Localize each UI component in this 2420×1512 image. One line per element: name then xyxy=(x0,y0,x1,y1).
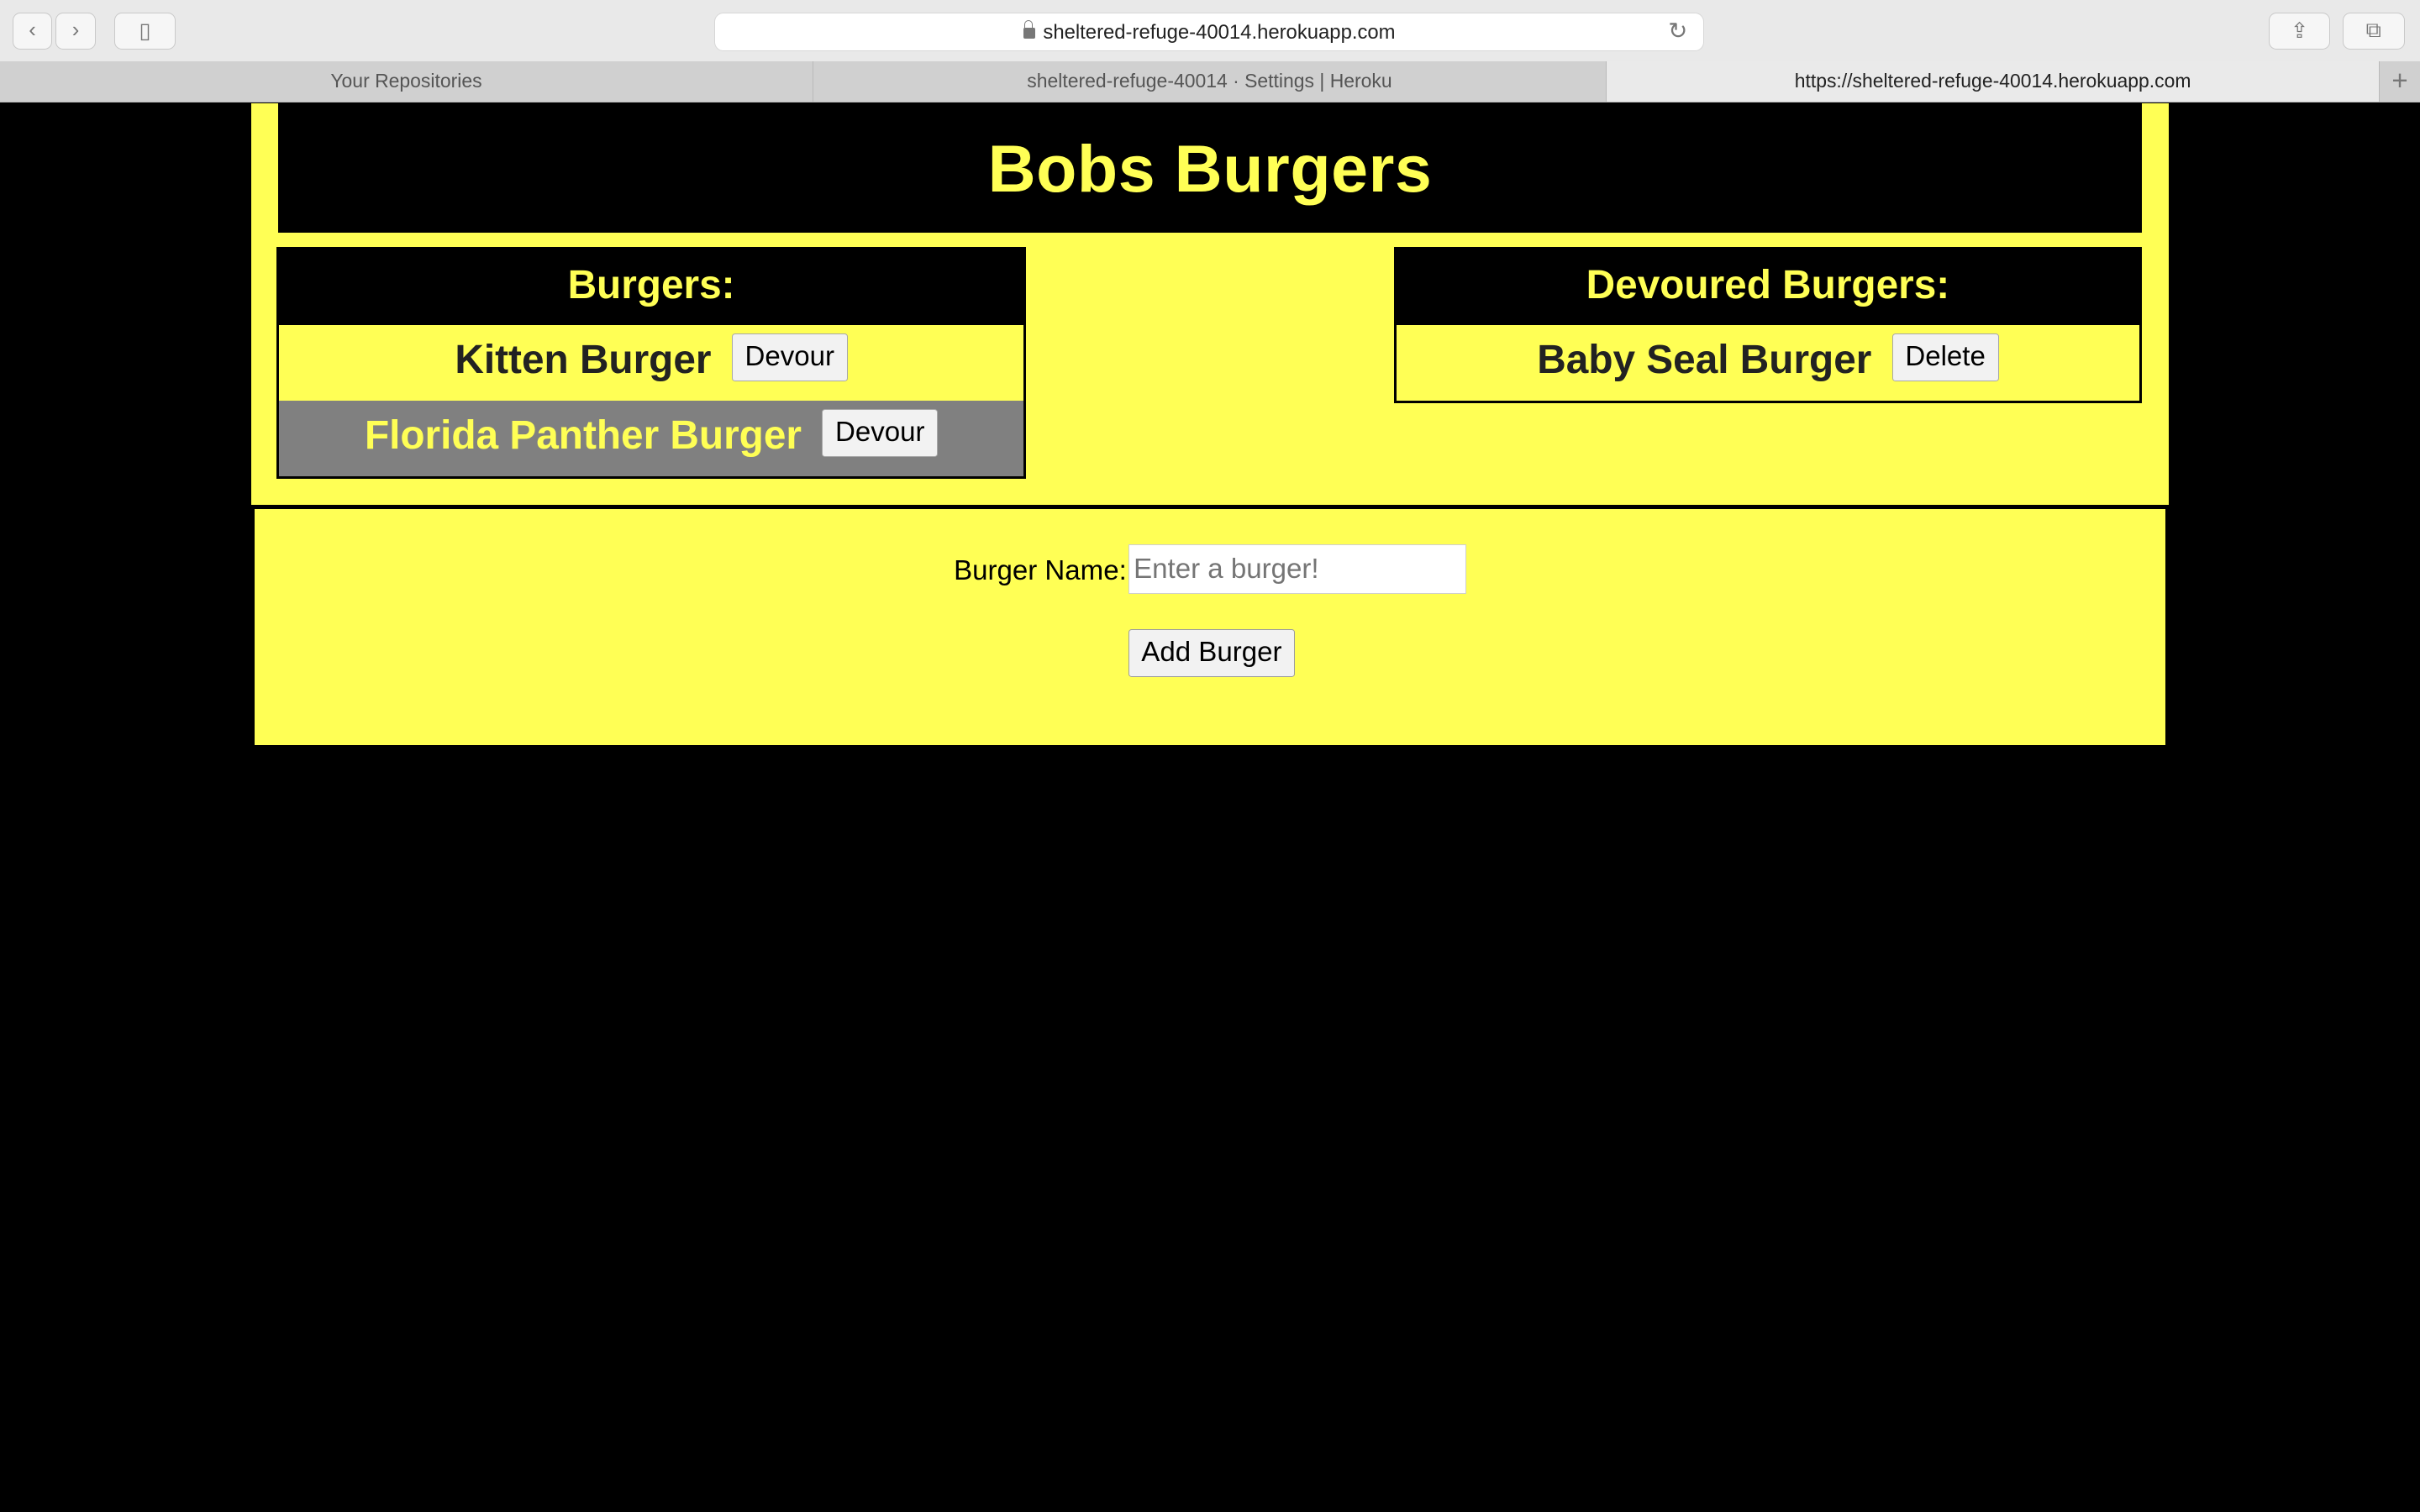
burger-list-item: Florida Panther Burger Devour xyxy=(278,400,1024,476)
page-content: Bobs Burgers Burgers: Kitten Burger Devo… xyxy=(0,103,2420,1512)
add-burger-button[interactable]: Add Burger xyxy=(1128,629,1296,678)
back-button[interactable]: ‹ xyxy=(12,12,53,50)
main-container: Bobs Burgers Burgers: Kitten Burger Devo… xyxy=(251,103,2169,505)
address-bar[interactable]: sheltered-refuge-40014.herokuapp.com ↻ xyxy=(714,12,1704,51)
chevron-left-icon: ‹ xyxy=(29,18,36,43)
devoured-heading: Devoured Burgers: xyxy=(1396,249,2140,325)
share-icon: ⇪ xyxy=(2290,18,2309,43)
new-tab-button[interactable]: + xyxy=(2380,61,2420,102)
tab-bobs-burgers[interactable]: https://sheltered-refuge-40014.herokuapp… xyxy=(1607,61,2381,102)
devour-button[interactable]: Devour xyxy=(822,409,939,458)
tabs-icon: ⧉ xyxy=(2365,18,2382,42)
devoured-panel: Devoured Burgers: Baby Seal Burger Delet… xyxy=(1393,246,2143,403)
tab-bar: Your Repositories sheltered-refuge-40014… xyxy=(0,61,2420,103)
add-burger-form: Burger Name: Add Burger xyxy=(255,509,2165,746)
forward-button[interactable]: › xyxy=(55,12,96,50)
delete-button[interactable]: Delete xyxy=(1891,333,1999,382)
plus-icon: + xyxy=(2391,66,2408,97)
page-title: Bobs Burgers xyxy=(987,132,1433,207)
burger-list-item: Kitten Burger Devour xyxy=(279,325,1024,401)
devour-button[interactable]: Devour xyxy=(731,333,848,382)
browser-toolbar: ‹ › ▯ sheltered-refuge-40014.herokuapp.c… xyxy=(0,0,2420,63)
burger-name: Kitten Burger xyxy=(455,337,712,382)
burger-name-label: Burger Name: xyxy=(954,555,1127,587)
sidebar-toggle-button[interactable]: ▯ xyxy=(113,12,176,50)
tab-your-repositories[interactable]: Your Repositories xyxy=(0,61,813,102)
devoured-list-item: Baby Seal Burger Delete xyxy=(1397,325,2140,401)
burgers-panel: Burgers: Kitten Burger Devour Florida Pa… xyxy=(276,246,1027,479)
devoured-burger-name: Baby Seal Burger xyxy=(1537,337,1872,382)
page-header: Bobs Burgers xyxy=(277,103,2143,234)
share-button[interactable]: ⇪ xyxy=(2268,12,2331,50)
lock-icon xyxy=(1023,19,1036,39)
sidebar-icon: ▯ xyxy=(139,18,151,43)
burger-name-input[interactable] xyxy=(1128,544,1466,595)
url-text: sheltered-refuge-40014.herokuapp.com xyxy=(1043,20,1396,44)
burger-name: Florida Panther Burger xyxy=(364,412,802,458)
tab-heroku-settings[interactable]: sheltered-refuge-40014 · Settings | Hero… xyxy=(813,61,1607,102)
tabs-overview-button[interactable]: ⧉ xyxy=(2343,12,2405,50)
burgers-heading: Burgers: xyxy=(278,249,1024,325)
chevron-right-icon: › xyxy=(71,18,80,43)
reload-icon[interactable]: ↻ xyxy=(1668,18,1687,45)
